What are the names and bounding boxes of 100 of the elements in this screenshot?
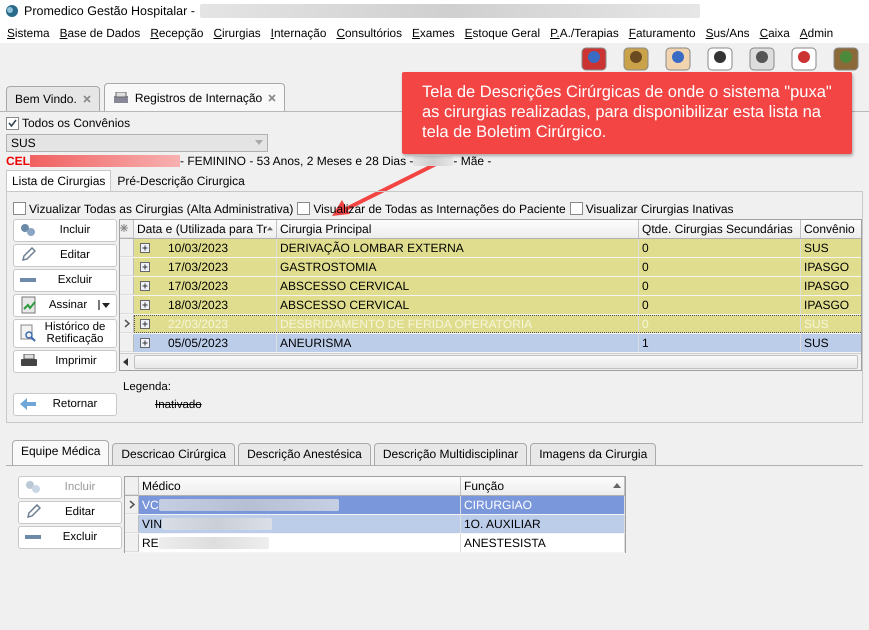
- expand-icon[interactable]: [140, 338, 150, 348]
- document-search-icon: [20, 324, 36, 342]
- patient-name: CEL: [6, 154, 30, 168]
- action-button[interactable]: Excluir: [13, 268, 117, 292]
- table-cell: DERIVAÇÃO LOMBAR EXTERNA: [277, 238, 639, 256]
- callout-note: Tela de Descrições Cirúrgicas de onde o sistema "puxa" as cirurgias realizadas, para disponibilizar esta lista na tela de Boletim Cirúrgico.: [402, 72, 852, 154]
- redacted-block: [413, 156, 454, 166]
- menu-item[interactable]: Admin: [794, 26, 838, 40]
- tab-label: Registros de Internação: [134, 90, 262, 104]
- table-cell: SUS: [801, 314, 861, 332]
- table-cell: 17/03/2023: [168, 260, 228, 274]
- document-tab[interactable]: Bem Vindo.: [6, 86, 100, 111]
- menu-item[interactable]: Exames: [407, 26, 460, 40]
- menu-item[interactable]: Caixa: [754, 26, 795, 40]
- grid-corner-icon: [120, 224, 128, 232]
- detail-tab[interactable]: Descrição Multidisciplinar: [374, 442, 528, 464]
- legend-title: Legenda:: [123, 380, 172, 392]
- column-header[interactable]: Médico: [139, 476, 461, 494]
- dropdown-icon[interactable]: [98, 300, 110, 310]
- table-cell: ABSCESSO CERVICAL: [277, 276, 639, 294]
- expand-icon[interactable]: [140, 300, 150, 310]
- expand-icon[interactable]: [140, 262, 150, 272]
- column-header[interactable]: Qtde. Cirurgias Secundárias: [639, 220, 801, 238]
- column-header[interactable]: Função: [461, 476, 625, 494]
- menu-item[interactable]: Internação: [266, 26, 332, 40]
- back-button[interactable]: Retornar: [13, 392, 117, 416]
- table-cell: IPASGO: [801, 276, 861, 294]
- column-header[interactable]: Data e (Utilizada para Tr: [134, 220, 277, 238]
- detail-tab[interactable]: Equipe Médica: [12, 440, 110, 464]
- menu-item[interactable]: Sistema: [2, 26, 55, 40]
- pencil-icon: [20, 247, 36, 263]
- legend-item: Inativado: [154, 398, 203, 410]
- row-indicator[interactable]: [125, 496, 139, 514]
- window-title: Promedico Gestão Hospitalar -: [24, 4, 195, 18]
- sub-tab[interactable]: Pré-Descrição Cirurgica: [111, 170, 251, 190]
- minus-icon: [25, 534, 41, 540]
- insurer-select[interactable]: SUS: [6, 134, 268, 152]
- app-logo-icon: [5, 4, 19, 18]
- caret-icon: [255, 140, 263, 145]
- action-button[interactable]: Editar: [18, 500, 122, 524]
- table-cell: VIN: [142, 516, 162, 530]
- table-cell: IPASGO: [801, 296, 861, 314]
- scroll-left-icon[interactable]: [123, 358, 128, 366]
- document-tab[interactable]: Registros de Internação: [104, 83, 286, 111]
- table-cell: 17/03/2023: [168, 278, 228, 292]
- current-row-icon: [128, 500, 134, 508]
- table-cell: 1O. AUXILIAR: [461, 514, 625, 532]
- table-cell: 22/03/2023: [168, 316, 228, 330]
- signed-document-icon: [20, 296, 38, 314]
- minus-icon: [20, 277, 36, 283]
- detail-tab[interactable]: Descrição Anestésica: [238, 442, 371, 464]
- sort-icon: [267, 226, 273, 231]
- tab-label: Bem Vindo.: [15, 92, 77, 106]
- menu-item[interactable]: Estoque Geral: [460, 26, 546, 40]
- detail-tab[interactable]: Imagens da Cirurgia: [530, 442, 656, 464]
- column-header[interactable]: Convênio: [801, 220, 861, 238]
- checkbox-label: Visualizar Cirurgias Inativas: [586, 202, 734, 216]
- table-cell: CIRURGIAO: [461, 496, 625, 514]
- table-cell: 0: [639, 258, 801, 276]
- check-icon: [8, 118, 17, 128]
- action-button[interactable]: Imprimir: [13, 350, 117, 372]
- action-button[interactable]: Assinar: [13, 294, 117, 316]
- menu-item[interactable]: Recepção: [145, 26, 208, 40]
- table-cell: 0: [639, 238, 801, 256]
- menu-item[interactable]: Cirurgias: [208, 26, 266, 40]
- table-cell: 18/03/2023: [168, 298, 228, 312]
- table-cell: SUS: [801, 238, 861, 256]
- table-cell: GASTROSTOMIA: [277, 258, 639, 276]
- menu-item[interactable]: Faturamento: [624, 26, 701, 40]
- action-button[interactable]: Excluir: [18, 526, 122, 548]
- row-indicator[interactable]: [120, 314, 134, 332]
- sort-icon: [613, 483, 621, 488]
- expand-icon[interactable]: [140, 280, 150, 290]
- table-cell: 0: [639, 296, 801, 314]
- action-button[interactable]: Incluir: [13, 218, 117, 242]
- close-icon[interactable]: [268, 94, 276, 102]
- current-row-icon: [124, 318, 130, 328]
- table-cell: 10/03/2023: [168, 240, 228, 254]
- close-icon[interactable]: [82, 95, 91, 103]
- table-cell: SUS: [801, 334, 861, 352]
- action-button[interactable]: Histórico de Retificação: [13, 318, 117, 348]
- table-cell: 1: [639, 334, 801, 352]
- expand-icon[interactable]: [140, 242, 150, 252]
- checkbox[interactable]: [13, 202, 26, 215]
- scrollbar-thumb[interactable]: [134, 354, 858, 368]
- menu-item[interactable]: Sus/Ans: [700, 26, 755, 40]
- menu-item[interactable]: Consultórios: [331, 26, 408, 40]
- patient-info: - FEMININO - 53 Anos, 2 Meses e 28 Dias -: [180, 154, 414, 168]
- expand-icon[interactable]: [140, 318, 150, 328]
- checkbox-label: Todos os Convênios: [22, 116, 130, 130]
- checkbox[interactable]: [570, 202, 583, 215]
- menu-item[interactable]: P.A./Terapias: [545, 26, 624, 40]
- sub-tab[interactable]: Lista de Cirurgias: [6, 170, 112, 190]
- column-header[interactable]: Cirurgia Principal: [277, 220, 639, 238]
- menu-item[interactable]: Base de Dados: [54, 26, 146, 40]
- table-cell: ABSCESSO CERVICAL: [277, 296, 639, 314]
- detail-tab[interactable]: Descricao Cirúrgica: [112, 442, 236, 464]
- checkbox[interactable]: [6, 116, 19, 130]
- action-button[interactable]: Editar: [13, 244, 117, 266]
- checkbox[interactable]: [297, 202, 310, 215]
